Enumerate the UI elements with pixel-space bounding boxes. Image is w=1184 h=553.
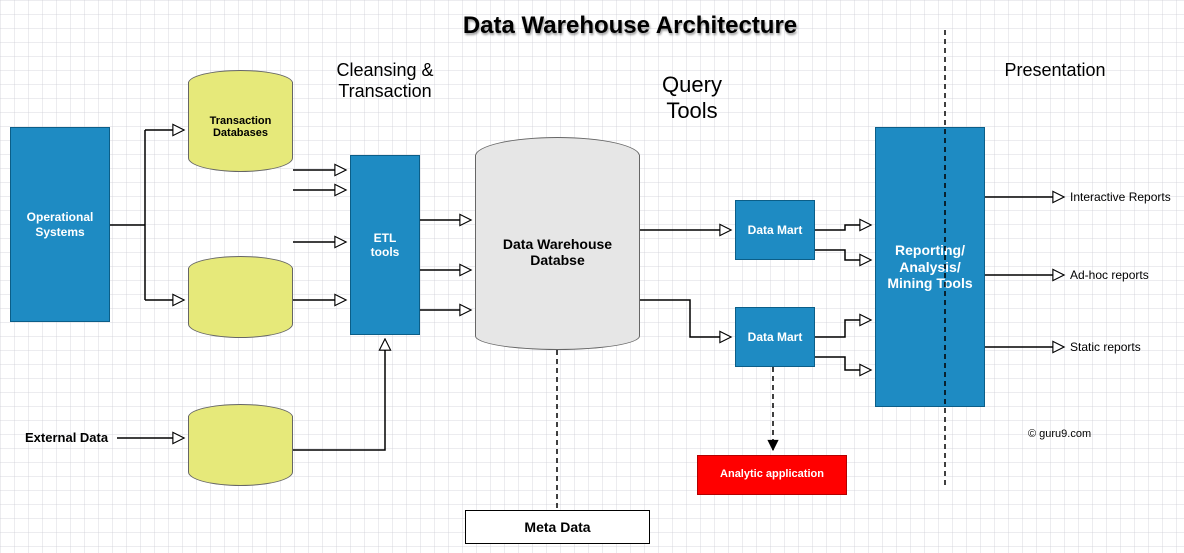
node-transaction-db: Transaction Databases (188, 82, 293, 172)
node-staging-db-label (188, 268, 293, 338)
section-query-title: Query Tools (632, 72, 752, 124)
node-data-warehouse: Data Warehouse Databse (475, 155, 640, 350)
output-adhoc-reports: Ad-hoc reports (1070, 268, 1149, 282)
node-data-mart-1: Data Mart (735, 200, 815, 260)
node-analytic-application: Analytic application (697, 455, 847, 495)
node-transaction-db-label: Transaction Databases (188, 82, 293, 172)
node-staging-db (188, 268, 293, 338)
credit-label: © guru9.com (1028, 428, 1091, 440)
node-reporting-tools: Reporting/ Analysis/ Mining Tools (875, 127, 985, 407)
output-static-reports: Static reports (1070, 340, 1141, 354)
node-etl-tools: ETL tools (350, 155, 420, 335)
section-presentation-title: Presentation (985, 60, 1125, 81)
diagram-title: Data Warehouse Architecture (430, 12, 830, 40)
diagram-canvas: Data Warehouse Architecture Cleansing & … (0, 0, 1184, 553)
node-external-db (188, 416, 293, 486)
output-interactive-reports: Interactive Reports (1070, 190, 1171, 204)
label-external-data: External Data (25, 430, 108, 445)
node-data-mart-2: Data Mart (735, 307, 815, 367)
section-cleansing-title: Cleansing & Transaction (320, 60, 450, 102)
node-data-warehouse-label: Data Warehouse Databse (475, 155, 640, 350)
node-meta-data: Meta Data (465, 510, 650, 544)
node-external-db-label (188, 416, 293, 486)
node-operational-systems: Operational Systems (10, 127, 110, 322)
